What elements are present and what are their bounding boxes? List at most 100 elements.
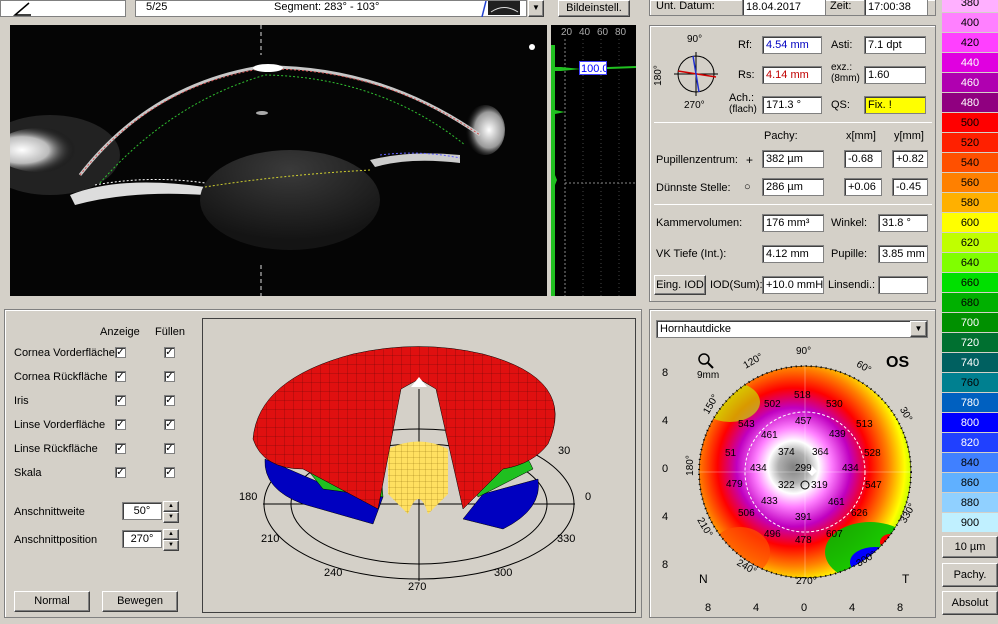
thickness-value: 502: [764, 399, 781, 410]
x-header: x[mm]: [846, 130, 876, 142]
layer-fill-checkbox[interactable]: ✓: [164, 443, 175, 454]
axis-sub: (flach): [729, 104, 757, 115]
thickness-value: 299: [795, 463, 812, 474]
thickness-value: 51: [725, 448, 737, 459]
layer-show-checkbox[interactable]: ✓: [115, 467, 126, 478]
cut-position-up-button[interactable]: ▲: [163, 529, 179, 540]
thinnest-symbol: ○: [744, 181, 751, 193]
color-scale: 380 400 420 440 460 480 500 520 540 560 580 600 620 6…: [942, 0, 998, 536]
qs-field: Fix. !: [864, 96, 926, 114]
thickness-value: 626: [851, 508, 868, 519]
chamber-volume-label: Kammervolumen:: [656, 217, 743, 229]
time-field: 17:00:38: [864, 0, 928, 16]
cut-width-down-button[interactable]: ▼: [163, 512, 179, 523]
exz-sub: (8mm): [831, 73, 860, 84]
densitometry-strip: 20 40 60 80 100.0: [551, 25, 636, 296]
color-scale-step: 600: [942, 213, 998, 233]
angle-label-300: 300: [494, 567, 513, 579]
lens-density-field: [878, 276, 928, 294]
axis-tick-bottom: 0: [801, 602, 808, 614]
step-size-button[interactable]: 10 µm: [942, 536, 998, 558]
thickness-value: 506: [738, 508, 755, 519]
pupil-y-field: +0.82: [892, 150, 928, 168]
axis-tick-left: 4: [662, 415, 669, 427]
color-scale-step: 880: [942, 493, 998, 513]
cut-position-down-button[interactable]: ▼: [163, 540, 179, 551]
thickness-value: 433: [761, 496, 778, 507]
color-scale-step: 780: [942, 393, 998, 413]
3d-model-render: [252, 346, 575, 581]
compass-bottom: 270°: [684, 100, 705, 111]
cut-width-up-button[interactable]: ▲: [163, 501, 179, 512]
map-type-select[interactable]: Hornhautdicke: [656, 320, 928, 338]
layer-fill-checkbox[interactable]: ✓: [164, 371, 175, 382]
layer-show-checkbox[interactable]: ✓: [115, 419, 126, 430]
axis-tick-left: 0: [662, 463, 669, 475]
angle-field: 31.8 °: [878, 214, 928, 232]
3d-eye-model[interactable]: 0 30 180 210 240 270 300 330: [202, 318, 636, 613]
time-label: Zeit:: [830, 0, 852, 12]
fill-column-header: Füllen: [155, 326, 185, 338]
color-scale-step: 440: [942, 53, 998, 73]
image-settings-button[interactable]: Bildeinstell.: [558, 0, 630, 17]
thickness-value: 319: [811, 480, 828, 491]
scheimpflug-render: [10, 25, 535, 296]
enter-iop-button[interactable]: Eing. IOD: [654, 275, 706, 295]
thickness-value: 518: [794, 390, 811, 401]
segment-bar[interactable]: 5/25 Segment: 283° - 103°: [135, 0, 527, 17]
color-scale-step: 560: [942, 173, 998, 193]
absolute-scale-button[interactable]: Absolut: [942, 591, 998, 615]
axis-tick-bottom: 8: [897, 602, 904, 614]
thin-x-field: +0.06: [844, 178, 882, 196]
layer-fill-checkbox[interactable]: ✓: [164, 467, 175, 478]
rs-label: Rs:: [738, 69, 755, 81]
color-scale-step: 520: [942, 133, 998, 153]
pachy-scale-button[interactable]: Pachy.: [942, 563, 998, 587]
cut-position-field[interactable]: 270°: [122, 530, 162, 548]
cut-width-field[interactable]: 50°: [122, 502, 162, 520]
thin-y-field: -0.45: [892, 178, 928, 196]
color-scale-step: 700: [942, 313, 998, 333]
pupil-center-symbol: +: [746, 153, 754, 167]
angle-label-210: 210: [261, 533, 280, 545]
layer-show-checkbox[interactable]: ✓: [115, 371, 126, 382]
date-field: 18.04.2017: [742, 0, 826, 16]
pupil-pachy-field: 382 µm: [762, 150, 824, 168]
ac-depth-label: VK Tiefe (Int.):: [656, 248, 727, 260]
logo-area: [0, 0, 126, 17]
color-scale-step: 800: [942, 413, 998, 433]
thin-pachy-field: 286 µm: [762, 178, 824, 196]
compass-top: 90°: [687, 34, 703, 45]
cut-width-label: Anschnittweite: [14, 506, 85, 518]
layer-fill-checkbox[interactable]: ✓: [164, 347, 175, 358]
move-button[interactable]: Bewegen: [102, 591, 178, 612]
show-column-header: Anzeige: [100, 326, 140, 338]
thickness-value: 439: [829, 429, 846, 440]
pupil-center-label: Pupillenzentrum:: [656, 154, 738, 166]
layers-panel: Anzeige Füllen Cornea Vorderfläche ✓ ✓ C…: [4, 309, 642, 618]
rf-field: 4.54 mm: [762, 36, 822, 54]
color-scale-step: 660: [942, 273, 998, 293]
exz-field: 1.60: [864, 66, 926, 84]
map-type-dropdown-button[interactable]: ▼: [910, 321, 927, 337]
color-scale-step: 900: [942, 513, 998, 533]
layer-fill-checkbox[interactable]: ✓: [164, 395, 175, 406]
layer-label: Iris: [14, 395, 29, 407]
rs-field: 4.14 mm: [762, 66, 822, 84]
normal-button[interactable]: Normal: [14, 591, 90, 612]
exam-info-panel: Unt. Datum: 18.04.2017 Zeit: 17:00:38: [649, 0, 936, 16]
thickness-value: 434: [750, 463, 767, 474]
scheimpflug-image[interactable]: [10, 25, 547, 296]
iop-label: IOD(Sum):: [710, 279, 763, 291]
layer-fill-checkbox[interactable]: ✓: [164, 419, 175, 430]
segment-dropdown-button[interactable]: ▼: [528, 0, 544, 17]
lens-density-label: Linsendi.:: [828, 279, 876, 291]
thickness-value: 374: [778, 447, 795, 458]
date-label: Unt. Datum:: [656, 0, 715, 12]
layer-show-checkbox[interactable]: ✓: [115, 395, 126, 406]
layer-show-checkbox[interactable]: ✓: [115, 443, 126, 454]
pupil-label: Pupille:: [831, 248, 868, 260]
layer-show-checkbox[interactable]: ✓: [115, 347, 126, 358]
map-angle-270: 270°: [796, 576, 817, 587]
layer-label: Linse Rückfläche: [14, 443, 98, 455]
